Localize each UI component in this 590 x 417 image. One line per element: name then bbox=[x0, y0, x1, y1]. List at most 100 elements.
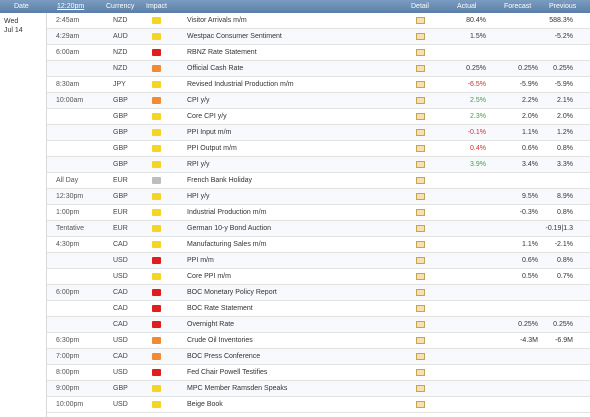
detail-folder-icon[interactable] bbox=[416, 193, 425, 200]
detail-folder-icon[interactable] bbox=[416, 81, 425, 88]
event-forecast: 9.5% bbox=[522, 193, 538, 200]
detail-folder-icon[interactable] bbox=[416, 401, 425, 408]
event-currency: GBP bbox=[113, 129, 128, 136]
event-previous: -5.9% bbox=[554, 81, 573, 88]
date-column: Wed Jul 14 bbox=[0, 13, 47, 417]
table-row[interactable]: 6:00pm CAD BOC Monetary Policy Report bbox=[0, 285, 590, 301]
event-actual: 0.25% bbox=[466, 65, 486, 72]
table-row[interactable]: NZD Official Cash Rate 0.25% 0.25% 0.25% bbox=[0, 61, 590, 77]
table-row[interactable]: GBP PPI Output m/m 0.4% 0.6% 0.8% bbox=[0, 141, 590, 157]
detail-folder-icon[interactable] bbox=[416, 257, 425, 264]
event-title: RBNZ Rate Statement bbox=[187, 49, 257, 56]
event-title: Revised Industrial Production m/m bbox=[187, 81, 294, 88]
table-row[interactable]: 7:00pm CAD BOC Press Conference bbox=[0, 349, 590, 365]
table-row[interactable]: CAD BOC Rate Statement bbox=[0, 301, 590, 317]
low-impact-icon bbox=[152, 81, 161, 88]
table-row[interactable]: CAD Overnight Rate 0.25% 0.25% bbox=[0, 317, 590, 333]
detail-folder-icon[interactable] bbox=[416, 241, 425, 248]
detail-folder-icon[interactable] bbox=[416, 305, 425, 312]
table-row[interactable]: GBP PPI Input m/m -0.1% 1.1% 1.2% bbox=[0, 125, 590, 141]
table-row[interactable]: 2:45am NZD Visitor Arrivals m/m 80.4% 588.3% bbox=[0, 13, 590, 29]
event-currency: USD bbox=[113, 369, 128, 376]
high-impact-icon bbox=[152, 321, 161, 328]
detail-folder-icon[interactable] bbox=[416, 17, 425, 24]
event-previous: 3.3% bbox=[557, 161, 573, 168]
table-row[interactable]: 4:30pm CAD Manufacturing Sales m/m 1.1% -2.1… bbox=[0, 237, 590, 253]
low-impact-icon bbox=[152, 209, 161, 216]
low-impact-icon bbox=[152, 145, 161, 152]
header-forecast: Forecast bbox=[504, 3, 532, 10]
event-actual: 2.3% bbox=[470, 113, 486, 120]
event-forecast: 0.6% bbox=[522, 257, 538, 264]
table-row[interactable]: 10:00pm USD Beige Book bbox=[0, 397, 590, 413]
table-row[interactable]: Tentative EUR German 10-y Bond Auction -0.1… bbox=[0, 221, 590, 237]
table-row[interactable]: 4:29am AUD Westpac Consumer Sentiment 1.5% -… bbox=[0, 29, 590, 45]
event-title: PPI m/m bbox=[187, 257, 214, 264]
event-currency: CAD bbox=[113, 321, 128, 328]
detail-folder-icon[interactable] bbox=[416, 321, 425, 328]
event-time: 10:00pm bbox=[56, 401, 84, 408]
detail-folder-icon[interactable] bbox=[416, 97, 425, 104]
table-row[interactable]: USD Core PPI m/m 0.5% 0.7% bbox=[0, 269, 590, 285]
table-row[interactable]: 9:00pm GBP MPC Member Ramsden Speaks bbox=[0, 381, 590, 397]
header-time-link[interactable]: 12:20pm bbox=[57, 3, 84, 11]
table-row[interactable]: 8:00pm USD Fed Chair Powell Testifies bbox=[0, 365, 590, 381]
detail-folder-icon[interactable] bbox=[416, 273, 425, 280]
event-currency: GBP bbox=[113, 97, 128, 104]
event-actual: 1.5% bbox=[470, 33, 486, 40]
table-row[interactable]: 1:00pm EUR Industrial Production m/m -0.3% 0… bbox=[0, 205, 590, 221]
event-currency: EUR bbox=[113, 177, 128, 184]
event-currency: USD bbox=[113, 273, 128, 280]
table-row[interactable]: GBP Core CPI y/y 2.3% 2.0% 2.0% bbox=[0, 109, 590, 125]
table-row[interactable]: 6:30pm USD Crude Oil Inventories -4.3M -6.9M bbox=[0, 333, 590, 349]
event-title: MPC Member Ramsden Speaks bbox=[187, 385, 288, 392]
detail-folder-icon[interactable] bbox=[416, 385, 425, 392]
event-time: 4:30pm bbox=[56, 241, 80, 248]
event-title: CPI y/y bbox=[187, 97, 210, 104]
event-currency: GBP bbox=[113, 113, 128, 120]
event-currency: AUD bbox=[113, 33, 128, 40]
detail-folder-icon[interactable] bbox=[416, 33, 425, 40]
detail-folder-icon[interactable] bbox=[416, 145, 425, 152]
event-actual: 0.4% bbox=[470, 145, 486, 152]
detail-folder-icon[interactable] bbox=[416, 65, 425, 72]
detail-folder-icon[interactable] bbox=[416, 337, 425, 344]
detail-folder-icon[interactable] bbox=[416, 289, 425, 296]
event-previous: -0.19|1.3 bbox=[545, 225, 573, 232]
event-time: 6:00pm bbox=[56, 289, 80, 296]
table-row[interactable]: 6:00am NZD RBNZ Rate Statement bbox=[0, 45, 590, 61]
header-date: Date bbox=[14, 3, 29, 10]
detail-folder-icon[interactable] bbox=[416, 177, 425, 184]
event-title: Beige Book bbox=[187, 401, 223, 408]
event-forecast: -5.9% bbox=[519, 81, 538, 88]
detail-folder-icon[interactable] bbox=[416, 113, 425, 120]
detail-folder-icon[interactable] bbox=[416, 129, 425, 136]
event-previous: 0.25% bbox=[553, 65, 573, 72]
detail-folder-icon[interactable] bbox=[416, 225, 425, 232]
detail-folder-icon[interactable] bbox=[416, 161, 425, 168]
event-title: PPI Output m/m bbox=[187, 145, 237, 152]
event-forecast: 3.4% bbox=[522, 161, 538, 168]
table-row[interactable]: 10:00am GBP CPI y/y 2.5% 2.2% 2.1% bbox=[0, 93, 590, 109]
table-row[interactable]: GBP RPI y/y 3.9% 3.4% 3.3% bbox=[0, 157, 590, 173]
event-currency: EUR bbox=[113, 209, 128, 216]
low-impact-icon bbox=[152, 193, 161, 200]
low-impact-icon bbox=[152, 113, 161, 120]
header-currency: Currency bbox=[106, 3, 135, 10]
event-time: 8:00pm bbox=[56, 369, 80, 376]
table-row[interactable]: USD PPI m/m 0.6% 0.8% bbox=[0, 253, 590, 269]
event-forecast: 0.25% bbox=[518, 65, 538, 72]
event-title: Crude Oil Inventories bbox=[187, 337, 253, 344]
detail-folder-icon[interactable] bbox=[416, 209, 425, 216]
detail-folder-icon[interactable] bbox=[416, 353, 425, 360]
detail-folder-icon[interactable] bbox=[416, 369, 425, 376]
table-row[interactable]: 12:30pm GBP HPI y/y 9.5% 8.9% bbox=[0, 189, 590, 205]
event-previous: -2.1% bbox=[554, 241, 573, 248]
table-row[interactable]: 8:30am JPY Revised Industrial Production m… bbox=[0, 77, 590, 93]
event-title: Manufacturing Sales m/m bbox=[187, 241, 267, 248]
event-title: Westpac Consumer Sentiment bbox=[187, 33, 282, 40]
table-row[interactable]: All Day EUR French Bank Holiday bbox=[0, 173, 590, 189]
detail-folder-icon[interactable] bbox=[416, 49, 425, 56]
event-forecast: -0.3% bbox=[519, 209, 538, 216]
event-time: 6:30pm bbox=[56, 337, 80, 344]
